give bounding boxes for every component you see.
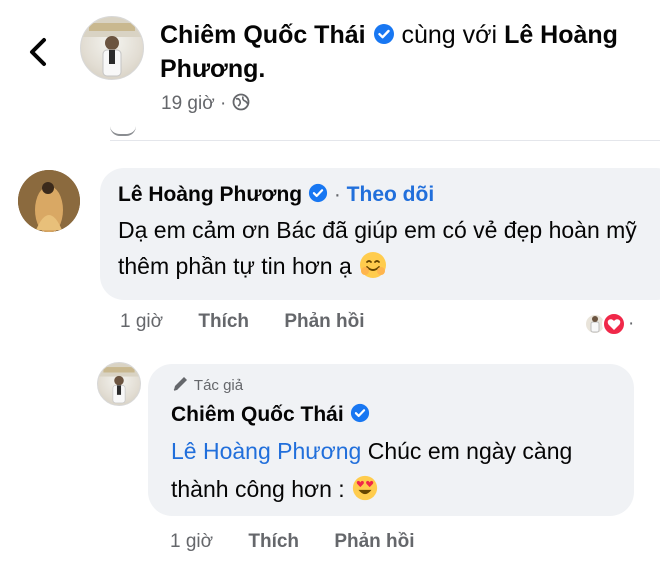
- globe-icon: [232, 93, 249, 111]
- post-time[interactable]: 19 giờ: [161, 93, 215, 114]
- smiling-face-emoji: [360, 251, 387, 278]
- avatar-photo: [18, 170, 80, 232]
- author-badge: Tác giả: [172, 376, 243, 396]
- post-author-avatar[interactable]: [80, 16, 144, 80]
- reaction-more: ·: [628, 313, 635, 334]
- post-author-name[interactable]: Chiêm Quốc Thái: [160, 21, 366, 49]
- commenter-name[interactable]: Lê Hoàng Phương: [118, 183, 302, 206]
- verified-badge-icon: [308, 184, 328, 203]
- reply-button[interactable]: Phản hồi: [284, 311, 364, 332]
- comment-text-block: Dạ em cảm ơn Bác đã giúp em có vẻ đẹp ho…: [118, 212, 658, 284]
- reply-text-block: Lê Hoàng Phương Chúc em ngày càng thành …: [171, 432, 621, 508]
- reply-mention[interactable]: Lê Hoàng Phương: [171, 438, 361, 464]
- follow-button[interactable]: Theo dõi: [347, 183, 435, 206]
- section-divider: [110, 126, 660, 141]
- reply-like-button[interactable]: Thích: [248, 531, 299, 552]
- reaction-summary[interactable]: ·: [584, 310, 660, 338]
- avatar-photo: [98, 363, 140, 404]
- verified-badge-icon: [373, 24, 394, 45]
- like-button[interactable]: Thích: [198, 311, 249, 332]
- comment-actions: 1 giờ Thích Phản hồi: [120, 308, 395, 336]
- reply-author-avatar[interactable]: [97, 362, 141, 406]
- avatar-photo: [81, 17, 143, 77]
- comment-header: Lê Hoàng Phương · Theo dõi: [118, 180, 434, 210]
- pen-icon: [173, 377, 187, 391]
- meta-separator: ·: [219, 93, 227, 114]
- comment-time[interactable]: 1 giờ: [120, 311, 163, 332]
- verified-badge-icon: [350, 404, 369, 423]
- name-separator: ·: [333, 183, 341, 206]
- commenter-avatar[interactable]: [18, 170, 80, 232]
- with-text: cùng với: [401, 21, 498, 49]
- reply-author-name[interactable]: Chiêm Quốc Thái: [171, 403, 344, 426]
- reaction-icons: [584, 312, 626, 336]
- post-meta: 19 giờ ·: [161, 92, 250, 116]
- author-badge-label: Tác giả: [193, 377, 244, 394]
- heart-eyes-emoji: [352, 475, 378, 501]
- reply-time[interactable]: 1 giờ: [170, 531, 213, 552]
- reply-reply-button[interactable]: Phản hồi: [334, 531, 414, 552]
- post-header-title: Chiêm Quốc Thái cùng với Lê Hoàng Phương…: [160, 18, 650, 86]
- back-arrow-icon[interactable]: [24, 36, 52, 68]
- reply-header: Chiêm Quốc Thái: [171, 400, 370, 430]
- reply-actions: 1 giờ Thích Phản hồi: [170, 528, 445, 556]
